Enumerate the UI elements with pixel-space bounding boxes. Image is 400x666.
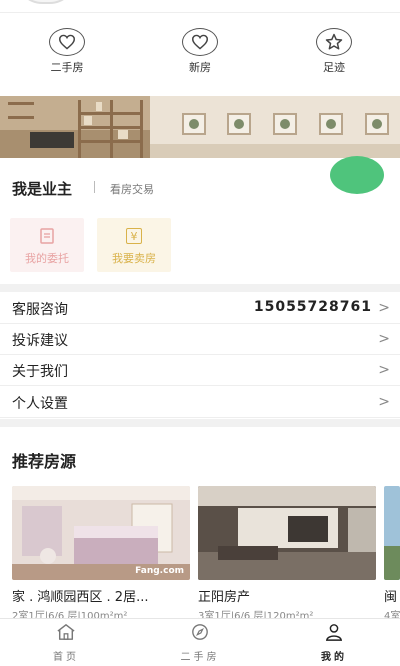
quick-link-history[interactable]: 足迹 [294, 28, 374, 75]
listing-card[interactable]: 正阳房产 3室1厅|6/6 层|120m²m² [198, 486, 376, 622]
quick-link-label: 足迹 [323, 61, 345, 74]
document-icon [39, 228, 55, 244]
home-icon [26, 623, 106, 645]
tab-mine[interactable]: 我的 [294, 623, 374, 663]
listing-card[interactable]: 闽 4室 [384, 486, 400, 622]
tab-label: 首页 [53, 652, 79, 663]
chevron-right-icon: > [378, 331, 390, 347]
watermark: Fang.com [135, 566, 184, 576]
quick-links: 二手房 新房 足迹 [0, 28, 400, 78]
menu-personal-settings[interactable]: 个人设置 > [0, 387, 400, 418]
heart-icon [182, 28, 218, 56]
section-divider [0, 419, 400, 427]
floating-action-button[interactable] [330, 156, 384, 194]
person-icon [294, 623, 374, 645]
star-icon [316, 28, 352, 56]
divider [0, 12, 400, 13]
separator [94, 181, 95, 193]
chevron-right-icon: > [378, 394, 390, 410]
menu-label: 客服咨询 [12, 302, 68, 318]
listing-title: 家 . 鸿顺园西区 . 2居... [12, 590, 149, 605]
banner-image[interactable] [0, 96, 400, 158]
quick-link-label: 新房 [189, 61, 211, 74]
tab-label: 我的 [321, 652, 347, 663]
avatar[interactable] [16, 0, 76, 4]
card-label: 我的委托 [25, 252, 69, 265]
chevron-right-icon: > [378, 362, 390, 378]
my-entrust-card[interactable]: 我的委托 [10, 218, 84, 272]
listing-image [384, 486, 400, 580]
heart-icon [49, 28, 85, 56]
listing-title: 正阳房产 [198, 590, 251, 605]
quick-link-second-hand[interactable]: 二手房 [27, 28, 107, 75]
tab-label: 二手房 [180, 652, 220, 663]
yen-icon: ¥ [126, 228, 142, 244]
card-label: 我要卖房 [112, 252, 156, 265]
quick-link-new-house[interactable]: 新房 [160, 28, 240, 75]
chevron-right-icon: > [378, 300, 390, 316]
tab-second-hand[interactable]: 二手房 [160, 623, 240, 663]
menu-feedback[interactable]: 投诉建议 > [0, 324, 400, 355]
quick-link-label: 二手房 [50, 61, 84, 74]
my-page: 二手房 新房 足迹 我是业主 看房交易 我的委托 ¥ 我要卖房 客服咨询 150… [0, 0, 400, 666]
tab-home[interactable]: 首页 [26, 623, 106, 663]
bottom-tab-bar: 首页 二手房 我的 [0, 618, 400, 666]
menu-label: 投诉建议 [12, 333, 68, 349]
recommend-title: 推荐房源 [12, 452, 77, 471]
section-divider [0, 284, 400, 292]
listing-image [198, 486, 376, 580]
menu-label: 个人设置 [12, 396, 68, 412]
owner-subtitle: 看房交易 [110, 183, 154, 196]
menu-label: 关于我们 [12, 364, 68, 380]
phone-number[interactable]: 15055728761 [254, 299, 372, 315]
compass-icon [160, 623, 240, 645]
sell-house-card[interactable]: ¥ 我要卖房 [97, 218, 171, 272]
menu-about-us[interactable]: 关于我们 > [0, 355, 400, 386]
listing-image: Fang.com [12, 486, 190, 580]
listing-card[interactable]: Fang.com 家 . 鸿顺园西区 . 2居... 2室1厅|6/6 层|10… [12, 486, 190, 622]
menu-customer-service[interactable]: 客服咨询 15055728761 > [0, 293, 400, 324]
owner-title: 我是业主 [12, 180, 73, 198]
listing-title: 闽 [384, 590, 398, 605]
